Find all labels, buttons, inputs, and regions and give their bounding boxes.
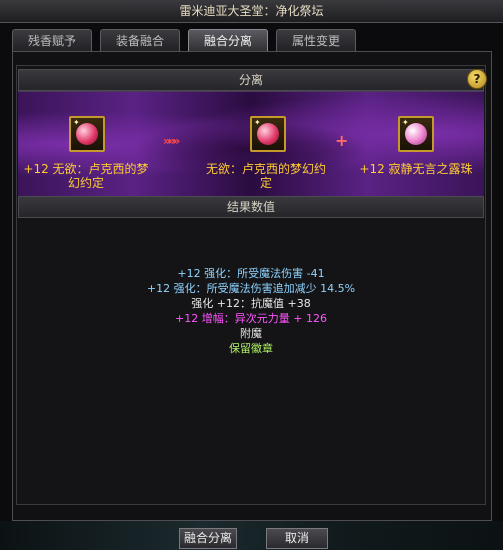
extra-item-name: +12 寂静无言之露珠: [359, 162, 473, 176]
pink-orb-icon: [76, 123, 98, 145]
window-title: 雷米迪亚大圣堂：净化祭坛: [0, 0, 503, 23]
tab-fusion-separation[interactable]: 融合分离: [188, 29, 268, 51]
separation-header: 分离: [18, 69, 484, 91]
pink-orb-icon: [257, 123, 279, 145]
result-item-name: 无欲：卢克西的梦幻约定: [205, 162, 326, 190]
tab-attribute-change[interactable]: 属性变更: [276, 29, 356, 51]
result-line: 保留徽章: [229, 342, 273, 355]
fusion-separation-button[interactable]: 融合分离: [179, 528, 237, 549]
dewdrop-icon: [405, 123, 427, 145]
plus-icon: +: [335, 131, 349, 150]
tab-equipment-fusion[interactable]: 装备融合: [100, 29, 180, 51]
result-line: +12 强化：所受魔法伤害 -41: [177, 267, 325, 280]
result-item-slot[interactable]: ✦: [250, 116, 286, 152]
arrow-right-icon: »»»: [163, 134, 180, 148]
source-item-slot[interactable]: ✦: [69, 116, 105, 152]
source-item-name: +12 无欲：卢克西的梦幻约定: [23, 162, 149, 190]
help-icon[interactable]: ?: [467, 69, 487, 89]
cancel-button[interactable]: 取消: [266, 528, 328, 549]
results-header: 结果数值: [18, 196, 484, 218]
extra-item-slot[interactable]: ✦: [398, 116, 434, 152]
result-line: 附魔: [240, 327, 262, 340]
tab-residual-scent[interactable]: 残香赋予: [12, 29, 92, 51]
result-line: 强化 +12：抗魔值 +38: [191, 297, 311, 310]
result-line: +12 强化：所受魔法伤害追加减少 14.5%: [146, 282, 356, 295]
result-line: +12 增幅：异次元力量 + 126: [175, 312, 327, 325]
results-list: +12 强化：所受魔法伤害 -41 +12 强化：所受魔法伤害追加减少 14.5…: [18, 266, 484, 356]
background-strip: [0, 521, 503, 550]
